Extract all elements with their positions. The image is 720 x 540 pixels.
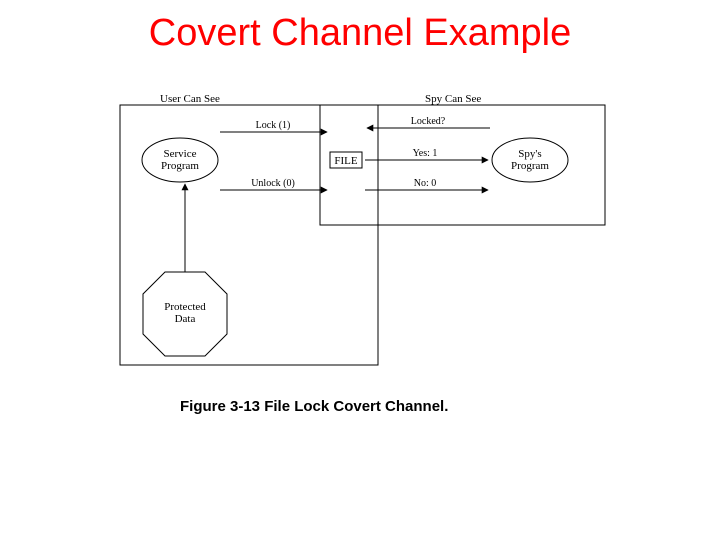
spy-program-line2: Program — [511, 160, 549, 172]
diagram-svg: User Can See Spy Can See Service Program… — [115, 90, 610, 370]
spy-panel — [320, 105, 605, 225]
no-label: No: 0 — [414, 178, 437, 189]
yes-label: Yes: 1 — [413, 148, 438, 159]
file-label: FILE — [334, 155, 358, 167]
protected-data-line1: Protected — [164, 301, 206, 313]
service-program-line1: Service — [164, 148, 197, 160]
protected-data-line2: Data — [175, 313, 196, 325]
lock-arrow-label: Lock (1) — [256, 120, 291, 131]
spy-program-line1: Spy's — [518, 148, 541, 160]
service-program-line2: Program — [161, 160, 199, 172]
user-panel-label: User Can See — [160, 93, 220, 105]
user-panel — [120, 105, 378, 365]
spy-panel-label: Spy Can See — [425, 93, 481, 105]
page-title: Covert Channel Example — [0, 12, 720, 55]
locked-query-label: Locked? — [411, 116, 446, 127]
unlock-arrow-label: Unlock (0) — [251, 178, 295, 189]
figure-caption: Figure 3-13 File Lock Covert Channel. — [180, 398, 448, 415]
